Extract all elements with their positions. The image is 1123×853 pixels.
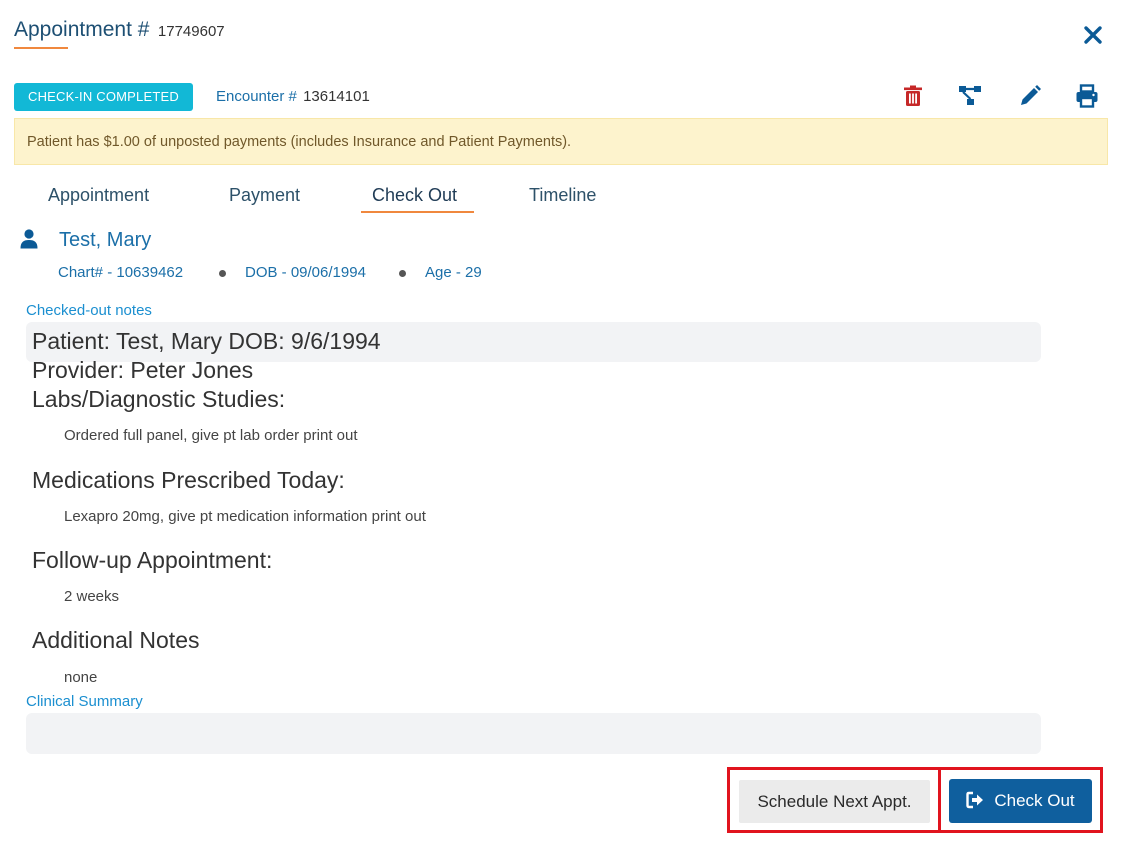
encounter-info: Encounter # 13614101 [216,88,370,105]
encounter-label: Encounter # [216,88,297,105]
additional-notes-heading: Additional Notes [32,627,200,653]
notes-patient-line: Patient: Test, Mary DOB: 9/6/1994 [32,328,381,354]
followup-heading: Follow-up Appointment: [32,547,273,573]
print-button[interactable] [1073,82,1101,110]
delete-button[interactable] [899,82,927,110]
separator-dot [399,270,406,277]
workflow-button[interactable] [956,82,984,110]
title-label: Appointment # [14,18,150,41]
tab-appointment[interactable]: Appointment [48,185,149,206]
close-icon[interactable] [1082,24,1104,46]
labs-text: Ordered full panel, give pt lab order pr… [64,427,358,444]
sign-out-icon [966,791,984,809]
appointment-number: 17749607 [157,23,225,40]
status-badge: CHECK-IN COMPLETED [14,83,193,111]
tab-payment[interactable]: Payment [229,185,300,206]
trash-icon [904,85,922,106]
labs-heading: Labs/Diagnostic Studies: [32,386,286,412]
check-out-label: Check Out [994,791,1075,810]
patient-dob: DOB - 09/06/1994 [245,264,366,281]
title-underline [14,47,68,49]
unposted-payments-alert: Patient has $1.00 of unposted payments (… [14,118,1108,165]
user-icon [20,229,38,249]
notes-provider-line: Provider: Peter Jones [32,357,254,383]
meds-heading: Medications Prescribed Today: [32,467,345,493]
patient-age: Age - 29 [425,264,482,281]
active-tab-indicator [361,211,474,213]
appointment-title: Appointment # 17749607 [14,18,225,42]
followup-text: 2 weeks [64,588,120,605]
schedule-next-appt-button[interactable]: Schedule Next Appt. [739,780,930,823]
tab-check-out[interactable]: Check Out [372,185,457,206]
clinical-summary-label: Clinical Summary [26,693,143,710]
sitemap-icon [959,86,981,105]
meds-text: Lexapro 20mg, give pt medication informa… [64,508,426,525]
edit-button[interactable] [1016,82,1044,110]
tab-timeline[interactable]: Timeline [529,185,596,206]
patient-name[interactable]: Test, Mary [59,229,151,252]
clinical-summary-field[interactable] [26,713,1041,754]
additional-notes-text: none [64,669,98,686]
chart-number: Chart# - 10639462 [58,264,184,281]
separator-dot [219,270,226,277]
pencil-icon [1021,85,1041,105]
encounter-number: 13614101 [303,88,370,105]
checked-out-notes-label: Checked-out notes [26,302,152,319]
check-out-button[interactable]: Check Out [949,779,1092,823]
print-icon [1076,84,1098,108]
